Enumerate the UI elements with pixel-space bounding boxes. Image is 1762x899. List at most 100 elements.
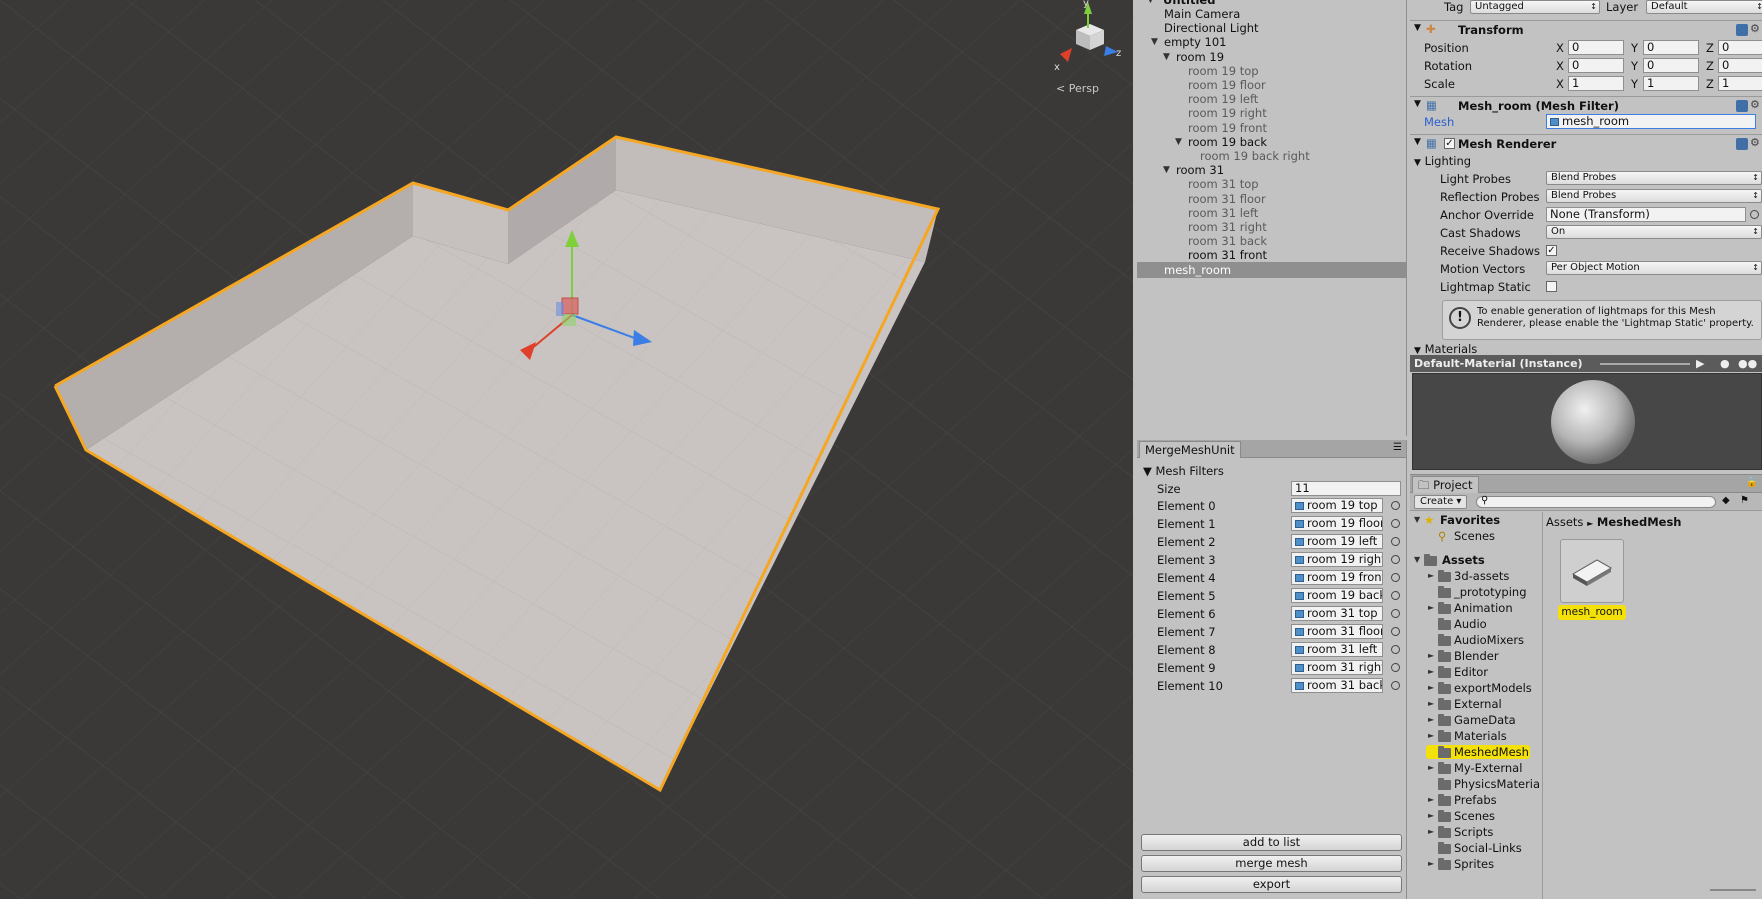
mesh-renderer-enabled-checkbox[interactable]: ✓ — [1444, 138, 1455, 149]
gear-icon[interactable]: ⚙ — [1750, 136, 1760, 149]
object-picker-icon[interactable] — [1750, 210, 1759, 219]
project-folder-item[interactable]: ► GameData — [1410, 712, 1543, 728]
add-to-list-button[interactable]: add to list — [1141, 834, 1402, 851]
merge-mesh-button[interactable]: merge mesh — [1141, 855, 1402, 872]
object-picker-icon[interactable] — [1391, 555, 1400, 564]
project-folder-item[interactable]: MeshedMesh — [1410, 744, 1543, 760]
light-preview-icon[interactable]: ●● — [1738, 355, 1757, 372]
project-folder-item[interactable]: ► Scripts — [1410, 824, 1543, 840]
mesh-filters-foldout[interactable]: ▼ Mesh Filters — [1143, 464, 1224, 478]
object-picker-icon[interactable] — [1391, 681, 1400, 690]
asset-label[interactable]: mesh_room — [1558, 605, 1626, 620]
lighting-foldout[interactable]: ▼ Lighting — [1414, 154, 1471, 168]
reflection-probes-dropdown[interactable]: Blend Probes — [1546, 189, 1762, 203]
project-folder-item[interactable]: Social-Links — [1410, 840, 1543, 856]
transform-z-field[interactable]: 0 — [1718, 40, 1762, 55]
lightmap-static-checkbox[interactable] — [1546, 281, 1557, 292]
help-book-icon[interactable] — [1736, 138, 1748, 150]
motion-vectors-dropdown[interactable]: Per Object Motion — [1546, 261, 1762, 275]
object-picker-icon[interactable] — [1391, 573, 1400, 582]
element-field[interactable]: room 31 top — [1291, 606, 1383, 621]
help-book-icon[interactable] — [1736, 24, 1748, 36]
hierarchy-panel[interactable]: ▼ Untitled Main Camera Directional Light ▼ e… — [1137, 0, 1407, 436]
lock-icon[interactable]: 🔒 — [1746, 477, 1758, 488]
expand-icon[interactable]: ► — [1428, 712, 1434, 728]
element-field[interactable]: room 19 right — [1291, 552, 1383, 567]
tab-project[interactable]: 🗀 Project — [1412, 476, 1479, 493]
expand-icon[interactable]: ► — [1428, 856, 1434, 872]
tab-merge-mesh-unit[interactable]: MergeMeshUnit — [1139, 441, 1241, 458]
element-field[interactable]: room 31 back — [1291, 678, 1383, 693]
gear-icon[interactable]: ⚙ — [1750, 22, 1760, 35]
filter-icon[interactable]: ◆ — [1722, 495, 1730, 506]
transform-z-field[interactable]: 0 — [1718, 58, 1762, 73]
hierarchy-item[interactable]: mesh_room — [1137, 261, 1406, 278]
element-field[interactable]: room 19 top — [1291, 498, 1383, 513]
project-folder-item[interactable]: _prototyping — [1410, 584, 1543, 600]
project-folder-item[interactable]: ► Blender — [1410, 648, 1543, 664]
material-header[interactable]: Default-Material (Instance) ▶ ● ●● — [1410, 355, 1762, 372]
project-folder-item[interactable]: ► Sprites — [1410, 856, 1543, 872]
element-field[interactable]: room 31 right — [1291, 660, 1383, 675]
favorite-item[interactable]: ⚲ Scenes — [1410, 528, 1543, 544]
project-folder-item[interactable]: ► Scenes — [1410, 808, 1543, 824]
project-folder-item[interactable]: ► Prefabs — [1410, 792, 1543, 808]
favorites-row[interactable]: ▼ ★ Favorites — [1410, 512, 1543, 528]
create-button[interactable]: Create ▾ — [1414, 495, 1468, 509]
materials-foldout[interactable]: ▼ Materials — [1414, 342, 1477, 356]
project-search-input[interactable]: ⚲ — [1476, 495, 1716, 508]
transform-y-field[interactable]: 1 — [1643, 76, 1699, 91]
element-field[interactable]: room 31 left — [1291, 642, 1383, 657]
expand-icon[interactable]: ► — [1428, 792, 1434, 808]
preview-slider[interactable] — [1600, 363, 1690, 365]
element-field[interactable]: room 19 left — [1291, 534, 1383, 549]
project-folder-item[interactable]: ► Editor — [1410, 664, 1543, 680]
object-picker-icon[interactable] — [1391, 663, 1400, 672]
transform-x-field[interactable]: 1 — [1568, 76, 1624, 91]
expand-icon[interactable]: ► — [1428, 808, 1434, 824]
project-folder-item[interactable]: PhysicsMateria — [1410, 776, 1543, 792]
expand-icon[interactable]: ► — [1428, 680, 1434, 696]
label-icon[interactable]: ⚑ — [1740, 495, 1749, 506]
mesh-renderer-header[interactable]: ▼ ▦ ✓ Mesh Renderer ⚙ — [1410, 134, 1762, 152]
transform-x-field[interactable]: 0 — [1568, 40, 1624, 55]
object-picker-icon[interactable] — [1391, 501, 1400, 510]
project-folder-item[interactable]: Audio — [1410, 616, 1543, 632]
play-icon[interactable]: ▶ — [1696, 355, 1704, 372]
scene-canvas[interactable]: y z x — [0, 0, 1133, 899]
transform-y-field[interactable]: 0 — [1643, 40, 1699, 55]
expand-icon[interactable]: ► — [1428, 648, 1434, 664]
expand-icon[interactable]: ► — [1428, 664, 1434, 680]
panel-menu-icon[interactable]: ☰ — [1393, 442, 1402, 453]
transform-header[interactable]: ▼ ✚ Transform ⚙ — [1410, 20, 1762, 38]
element-field[interactable]: room 19 floor — [1291, 516, 1383, 531]
element-field[interactable]: room 19 front — [1291, 570, 1383, 585]
receive-shadows-checkbox[interactable]: ✓ — [1546, 245, 1557, 256]
mesh-field[interactable]: mesh_room — [1546, 114, 1756, 129]
projection-toggle[interactable]: < Persp — [1056, 82, 1099, 95]
assets-row[interactable]: ▼ Assets — [1410, 552, 1543, 568]
project-folder-item[interactable]: ► 3d-assets — [1410, 568, 1543, 584]
transform-y-field[interactable]: 0 — [1643, 58, 1699, 73]
expand-icon[interactable]: ► — [1428, 824, 1434, 840]
tag-dropdown[interactable]: Untagged — [1470, 0, 1600, 14]
light-probes-dropdown[interactable]: Blend Probes — [1546, 171, 1762, 185]
gear-icon[interactable]: ⚙ — [1750, 98, 1760, 111]
breadcrumb-meshedmesh[interactable]: MeshedMesh — [1597, 515, 1682, 529]
element-field[interactable]: room 31 floor — [1291, 624, 1383, 639]
project-folder-item[interactable]: ► My-External — [1410, 760, 1543, 776]
object-picker-icon[interactable] — [1391, 645, 1400, 654]
asset-thumbnail[interactable] — [1560, 539, 1624, 603]
expand-icon[interactable]: ► — [1428, 760, 1434, 776]
size-field[interactable]: 11 — [1291, 481, 1401, 496]
project-folder-item[interactable]: ► Materials — [1410, 728, 1543, 744]
transform-z-field[interactable]: 1 — [1718, 76, 1762, 91]
zoom-slider[interactable] — [1710, 889, 1756, 891]
object-picker-icon[interactable] — [1391, 519, 1400, 528]
expand-icon[interactable]: ► — [1428, 600, 1434, 616]
element-field[interactable]: room 19 back — [1291, 588, 1383, 603]
project-folder-item[interactable]: ► Animation — [1410, 600, 1543, 616]
project-folder-item[interactable]: ► exportModels — [1410, 680, 1543, 696]
help-book-icon[interactable] — [1736, 100, 1748, 112]
mesh-filter-header[interactable]: ▼ ▦ Mesh_room (Mesh Filter) ⚙ — [1410, 96, 1762, 114]
